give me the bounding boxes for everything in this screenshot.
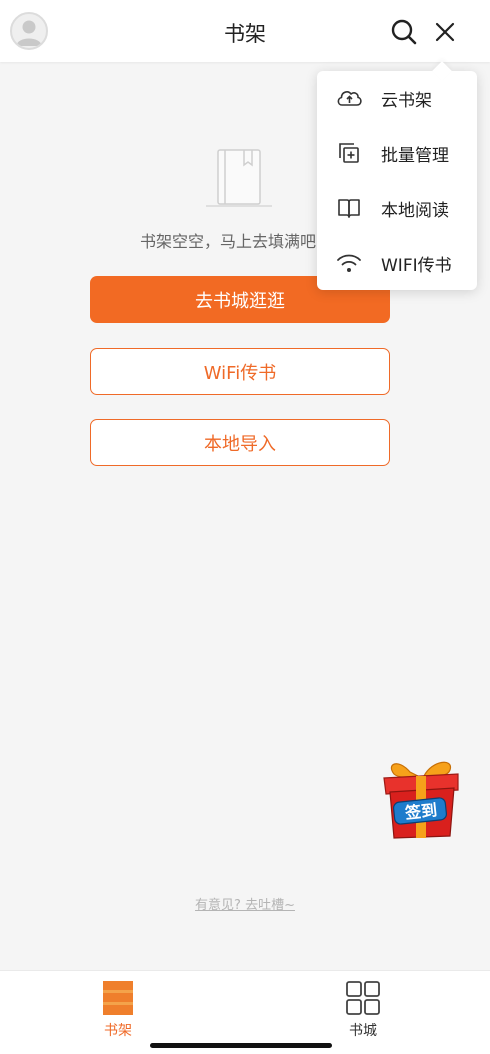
tab-label: 书城 <box>349 1023 377 1039</box>
menu-item-label: 批量管理 <box>381 145 449 166</box>
local-import-button[interactable]: 本地导入 <box>90 419 390 466</box>
menu-item-label: 本地阅读 <box>381 200 449 221</box>
bookshelf-icon <box>100 979 136 1017</box>
search-icon[interactable] <box>390 18 418 46</box>
top-bar: 书架 <box>0 0 490 62</box>
menu-item-cloud-shelf[interactable]: 云书架 <box>317 71 477 125</box>
tab-label: 书架 <box>104 1023 132 1039</box>
menu-item-label: WIFI传书 <box>381 255 452 276</box>
grid-icon <box>345 979 381 1017</box>
wifi-icon <box>335 249 363 277</box>
menu-item-batch-manage[interactable]: 批量管理 <box>317 126 477 180</box>
batch-manage-icon <box>335 139 363 167</box>
menu-item-label: 云书架 <box>381 90 432 111</box>
bottom-tab-bar: 书架 书城 <box>0 970 490 1054</box>
tab-bookshelf[interactable]: 书架 <box>88 979 148 1041</box>
menu-item-local-read[interactable]: 本地阅读 <box>317 181 477 235</box>
menu-item-wifi-transfer[interactable]: WIFI传书 <box>317 236 477 290</box>
gift-box-icon[interactable]: 签到 <box>380 756 462 842</box>
feedback-link[interactable]: 有意见? 去吐槽~ <box>0 894 490 913</box>
wifi-transfer-button[interactable]: WiFi传书 <box>90 348 390 395</box>
empty-message: 书架空空，马上去填满吧 <box>140 232 317 251</box>
more-menu: 云书架 批量管理 本地阅读 WIFI传书 <box>317 71 477 290</box>
bookshelf-page: 书架 书架空空，马上去填满吧 去书城逛逛 WiFi传书 本地导入 云书架 批量管… <box>0 0 490 1054</box>
open-book-icon <box>335 194 363 222</box>
empty-bookshelf-icon <box>204 147 274 209</box>
home-indicator <box>150 1043 332 1048</box>
close-icon[interactable] <box>432 19 458 45</box>
tab-bookstore[interactable]: 书城 <box>333 979 393 1041</box>
cloud-upload-icon <box>335 84 363 112</box>
